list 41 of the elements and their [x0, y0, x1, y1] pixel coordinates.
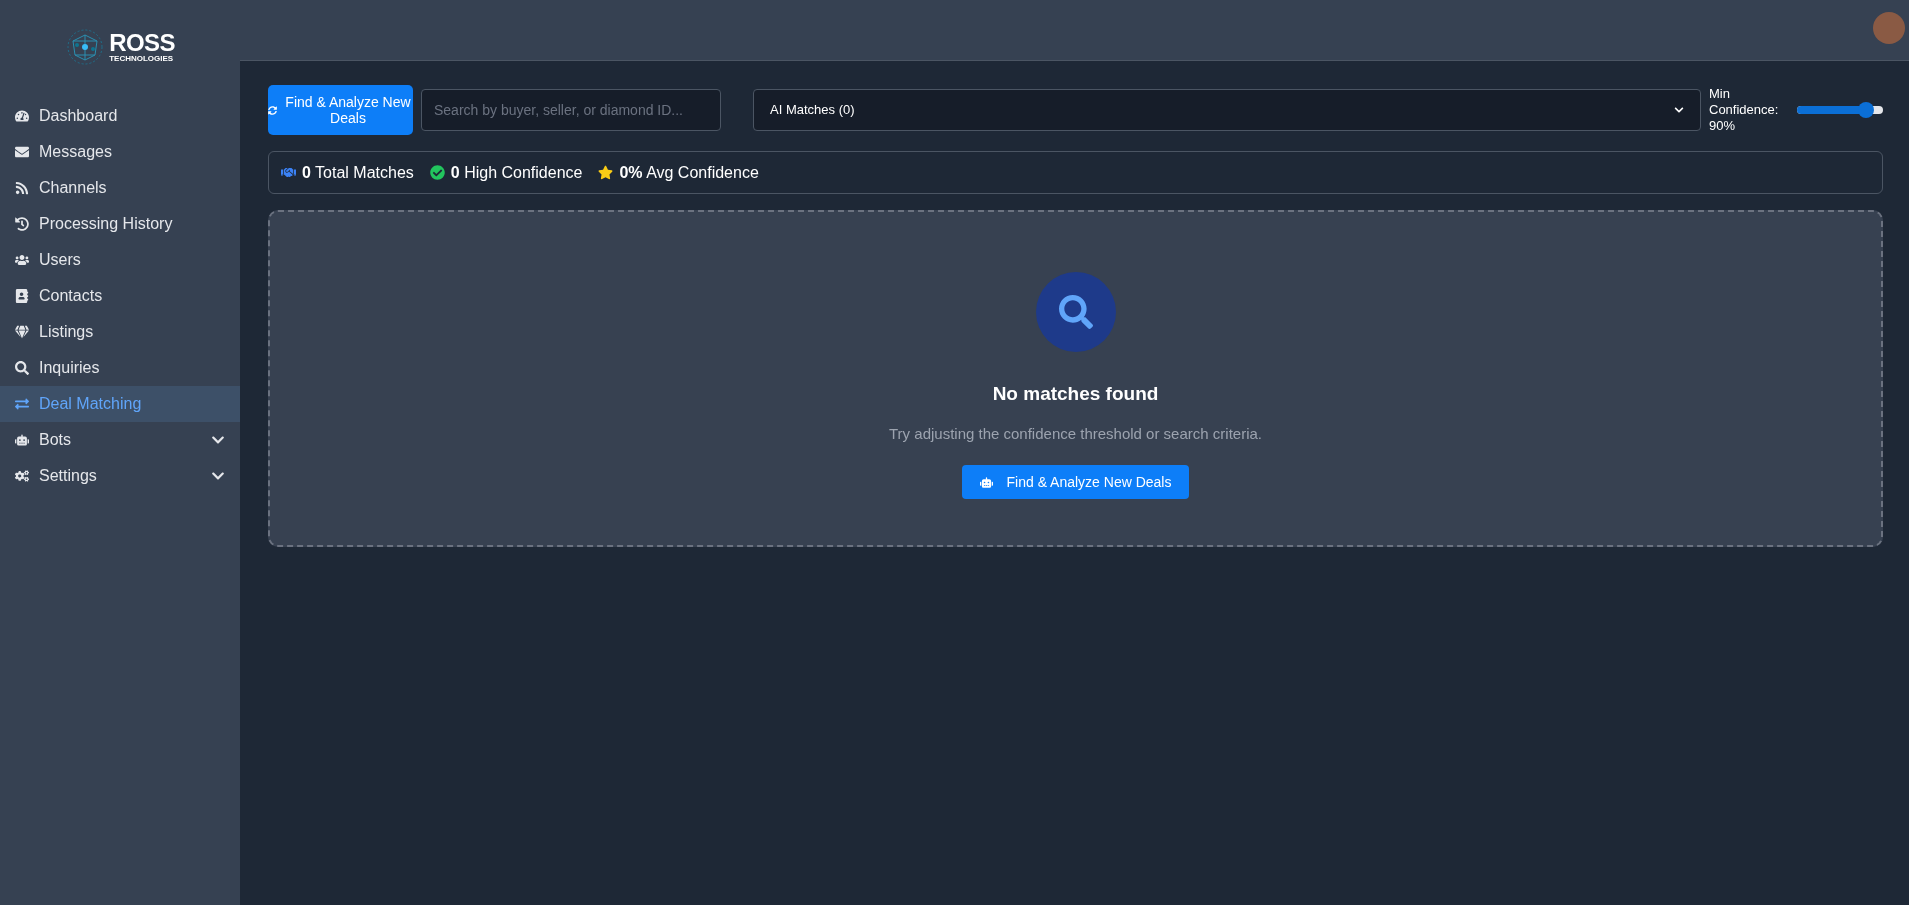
network-globe-icon — [65, 27, 106, 67]
filter-dropdown[interactable]: AI Matches (0) — [753, 89, 1701, 131]
search-field[interactable]: Search by buyer, seller, or diamond ID... — [421, 89, 721, 131]
gem-icon — [15, 325, 29, 339]
history-icon — [15, 217, 29, 231]
logo-title: ROSS — [109, 31, 175, 55]
refresh-icon — [268, 105, 277, 115]
sidebar-item[interactable]: Dashboard — [0, 98, 240, 134]
search-icon — [1058, 295, 1093, 329]
sidebar-item[interactable]: Contacts — [0, 278, 240, 314]
sidebar-item[interactable]: Users — [0, 242, 240, 278]
sidebar-item[interactable]: Bots — [0, 422, 240, 458]
stat-text: 0 Total Matches — [302, 162, 414, 183]
chevron-down-icon — [1674, 105, 1684, 115]
users-icon — [15, 253, 29, 267]
sidebar-item[interactable]: Settings — [0, 458, 240, 494]
star-icon — [598, 165, 614, 180]
sidebar-item[interactable]: Inquiries — [0, 350, 240, 386]
handshake-icon — [281, 165, 296, 180]
search-icon — [15, 361, 29, 375]
confidence-slider[interactable] — [1797, 100, 1883, 120]
contact-card-icon — [15, 289, 29, 303]
analyze-button[interactable]: Find & Analyze New Deals — [961, 465, 1190, 499]
empty-message: Try adjusting the confidence threshold or search criteria. — [889, 423, 1262, 444]
stat-text: 0 High Confidence — [450, 162, 583, 183]
gears-icon — [15, 469, 29, 483]
gauge-icon — [15, 109, 29, 123]
sidebar-item[interactable]: Channels — [0, 170, 240, 206]
confidence-label: Min Confidence: 90% — [1709, 86, 1780, 134]
sidebar-item[interactable]: Processing History — [0, 206, 240, 242]
sidebar-item[interactable]: Messages — [0, 134, 240, 170]
arrows-icon — [15, 397, 29, 411]
robot-icon — [15, 433, 29, 447]
envelope-icon — [15, 145, 29, 159]
sidebar-item[interactable]: Listings — [0, 314, 240, 350]
rss-icon — [15, 181, 29, 195]
empty-title: No matches found — [992, 382, 1159, 406]
logo-subtitle: TECHNOLOGIES — [109, 55, 175, 63]
stat-text: 0% Avg Confidence — [619, 162, 759, 183]
analyze-button[interactable]: Find & Analyze New Deals — [268, 85, 413, 135]
robot-icon — [979, 475, 993, 489]
